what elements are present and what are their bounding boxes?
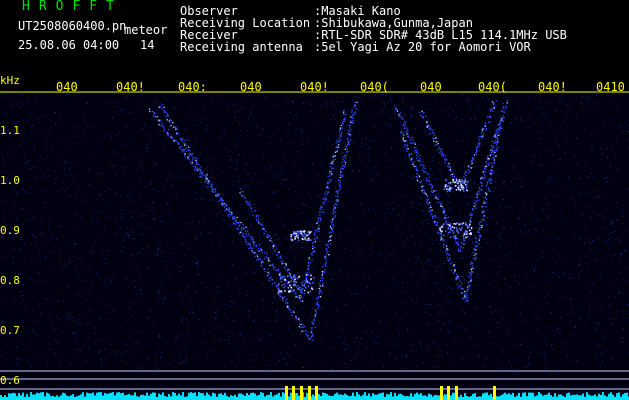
x-tick: 040 [420,80,442,94]
meteor-count: 14 [140,38,155,52]
y-tick: 0.7 [0,324,20,337]
app-title: HROFFT [22,0,123,14]
timestamp: 25.08.06 04:00 [18,38,120,52]
file-name: UT2508060400.pn [18,19,127,33]
spectrogram [0,91,629,400]
x-tick: 040: [178,80,207,94]
y-tick: 1.0 [0,174,20,187]
y-tick: 0.9 [0,224,20,237]
y-tick: 0.8 [0,274,20,287]
y-tick: 0.6 [0,374,20,387]
x-tick: 040! [300,80,329,94]
meteor-label: meteor [124,23,168,37]
info-label: Receiving antenna [180,40,303,54]
x-tick: 040! [116,80,145,94]
spectrogram-background [0,92,629,400]
x-tick: 0410 [596,80,625,94]
x-tick: 040 [240,80,262,94]
y-axis-unit: kHz [0,74,20,87]
x-tick: 040! [538,80,567,94]
x-tick: 040( [478,80,507,94]
y-tick: 1.1 [0,124,20,137]
x-tick: 040( [360,80,389,94]
x-tick: 040 [56,80,78,94]
info-antenna: Receiving antenna :5el Yagi Az 20 for Aom… [180,41,531,53]
info-value: :5el Yagi Az 20 for Aomori VOR [314,40,531,54]
